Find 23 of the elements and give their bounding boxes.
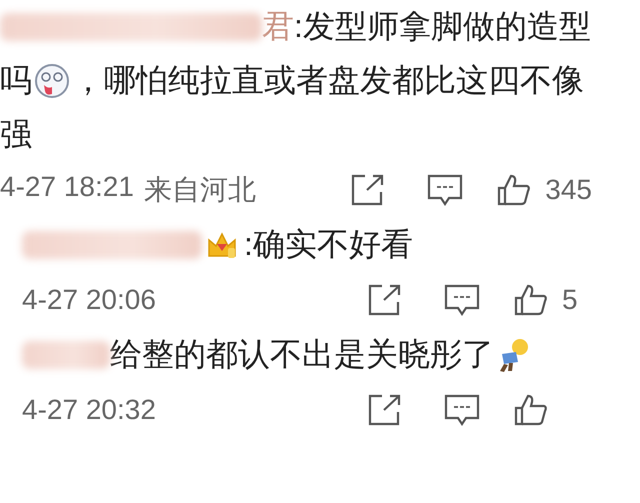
like-count: 345 [545, 174, 592, 206]
comment-text: 给整的都认不出是关晓彤了 [110, 335, 494, 374]
comment-time: 4-27 20:06 [22, 284, 156, 316]
comment-text: :发型师拿脚做的造型 [294, 7, 591, 46]
comment-icon[interactable] [444, 284, 480, 316]
comment-text: :确实不好看 [244, 225, 413, 264]
share-icon[interactable] [368, 284, 402, 316]
comment-icon[interactable] [444, 394, 480, 426]
like-count: 5 [562, 284, 579, 316]
comment-text: 强 [0, 115, 32, 154]
comment-icon[interactable] [427, 174, 464, 206]
comment-location: 来自河北 [144, 173, 256, 207]
comment-text: ，哪怕纯拉直或者盘发都比这四不像 [72, 61, 584, 100]
username[interactable]: 君 [262, 5, 294, 49]
share-icon[interactable] [368, 394, 402, 426]
comment-time: 4-27 20:32 [22, 394, 156, 426]
comment-text: 吗 [0, 61, 32, 100]
share-icon[interactable] [351, 174, 386, 206]
emoji-icon [34, 63, 70, 99]
comment-time: 4-27 18:21 [0, 171, 134, 204]
like-icon[interactable] [514, 394, 548, 426]
like-icon[interactable] [497, 174, 532, 206]
like-icon[interactable] [514, 284, 548, 316]
